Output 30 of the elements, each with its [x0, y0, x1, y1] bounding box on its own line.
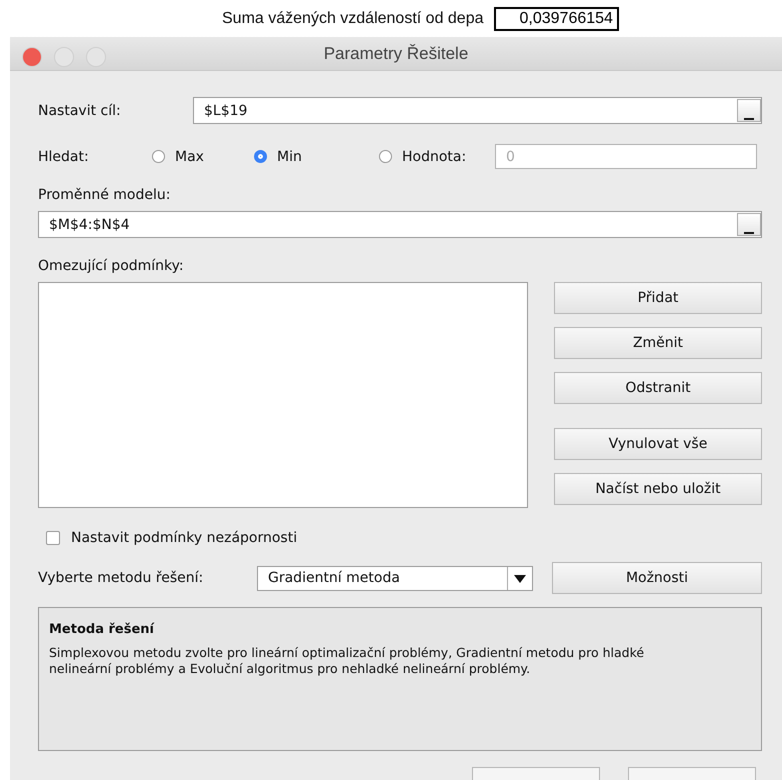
constraint-button[interactable]: Přidat	[554, 282, 762, 314]
sum-label: Suma vážených vzdáleností od depa	[222, 10, 484, 28]
radio-option[interactable]: Max	[152, 148, 204, 164]
nonnegative-label: Nastavit podmínky nezápornosti	[71, 530, 298, 546]
objective-label: Nastavit cíl:	[38, 102, 121, 118]
method-dropdown[interactable]: Gradientní metoda	[257, 566, 533, 590]
sum-value-cell: 0,039766154	[494, 6, 619, 30]
description-title: Metoda řešení	[49, 622, 156, 637]
description-text: Simplexovou metodu zvolte pro lineární optimalizační problémy, Gradientní metodu pro hladké nelineární problémy a Evoluční algoritmus pro nehladké nelineární problémy.	[49, 645, 646, 677]
options-button[interactable]: Možnosti	[552, 562, 762, 594]
constraint-button[interactable]: Načíst nebo uložit	[554, 473, 762, 505]
window-title: Parametry Řešitele	[324, 44, 468, 64]
constraint-button[interactable]: Odstranit	[554, 372, 762, 404]
objective-field[interactable]: $L$19	[193, 97, 762, 124]
search-label: Hledat:	[38, 148, 89, 164]
variables-field[interactable]: $M$4:$N$4	[38, 211, 762, 238]
constraints-list[interactable]	[38, 282, 528, 508]
constraint-button[interactable]: Vynulovat vše	[554, 428, 762, 460]
range-select-button[interactable]	[737, 99, 761, 122]
underscore-icon	[744, 117, 754, 121]
radio-option[interactable]: Min	[254, 148, 302, 164]
method-label: Vyberte metodu řešení:	[38, 570, 204, 586]
radio-option[interactable]: Hodnota:	[379, 148, 466, 164]
range-select-button[interactable]	[737, 213, 761, 236]
constraints-label: Omezující podmínky:	[38, 258, 184, 274]
constraint-button[interactable]: Změnit	[554, 327, 762, 359]
variables-label: Proměnné modelu:	[38, 187, 170, 203]
close-button[interactable]	[22, 47, 42, 67]
checkbox[interactable]	[46, 531, 60, 545]
underscore-icon	[744, 231, 754, 235]
